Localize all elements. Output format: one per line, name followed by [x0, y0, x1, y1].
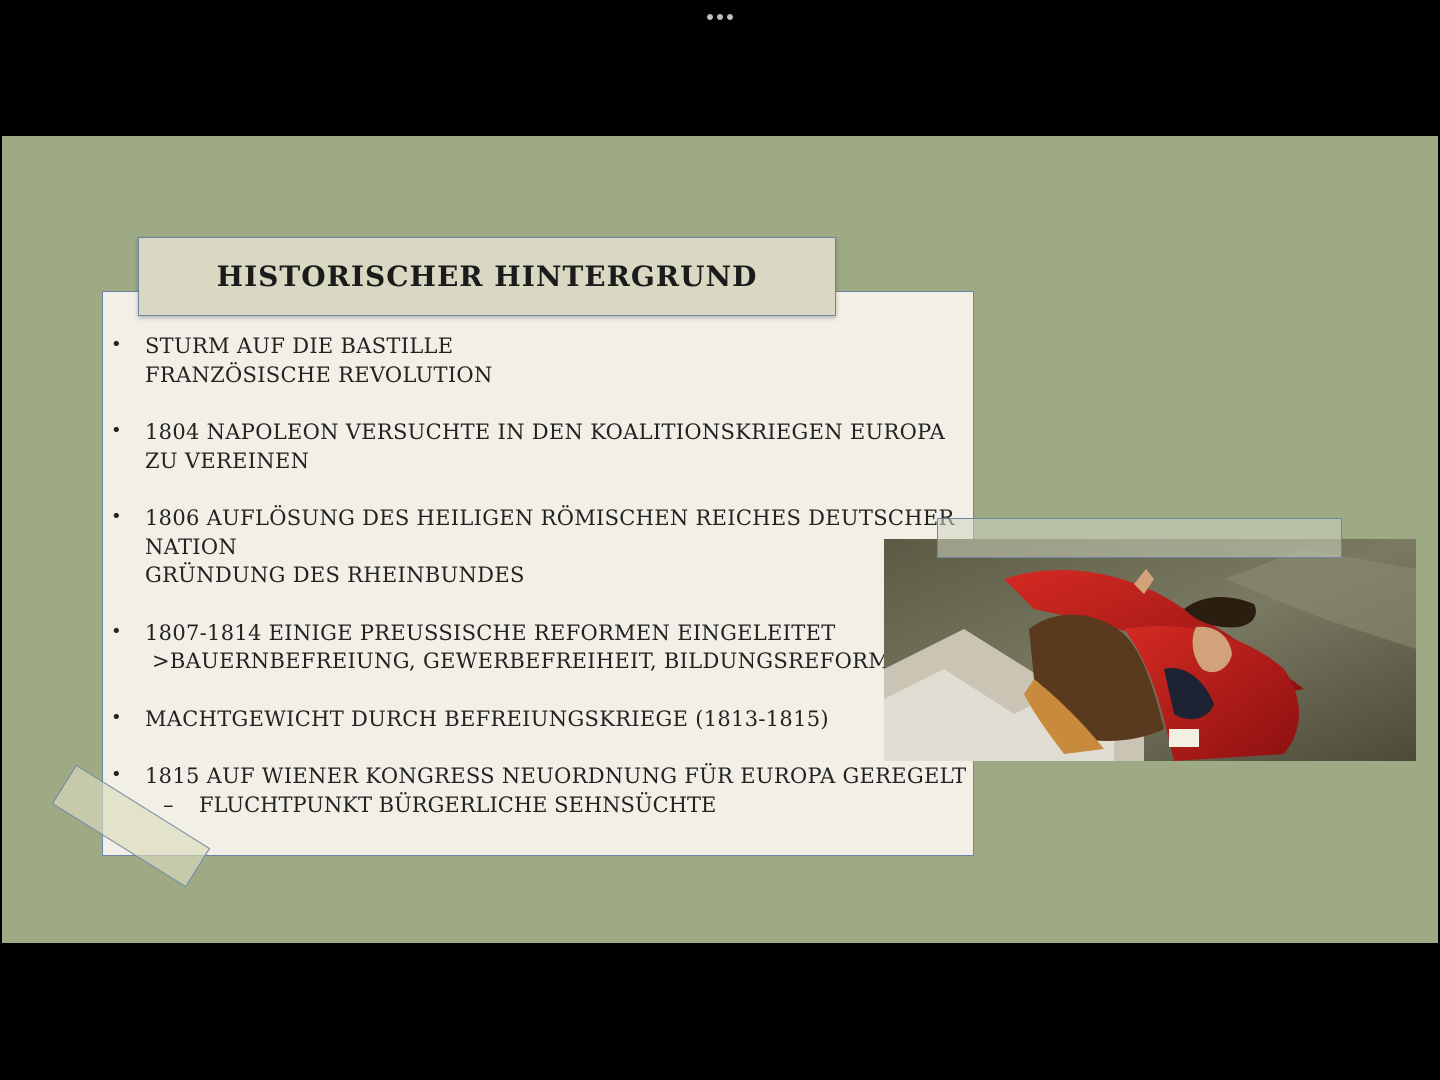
list-item: • Machtgewicht durch Befreiungskriege (1… [108, 705, 968, 734]
bullet-text: 1815 auf Wiener Kongress Neuordnung für … [145, 764, 967, 788]
bullet-text: Gründung des Rheinbundes [145, 563, 525, 587]
list-item: • 1815 auf Wiener Kongress Neuordnung fü… [108, 762, 968, 819]
bullet-text: zu vereinen [145, 448, 310, 473]
bullet-icon: • [111, 764, 122, 785]
bullet-icon: • [111, 334, 122, 355]
bottom-bar [0, 943, 1440, 1080]
bullet-text: Nation [145, 534, 238, 559]
sub-bullet: – Fluchtpunkt bürgerliche Sehnsüchte [145, 791, 968, 820]
dash-icon: – [163, 792, 174, 817]
bullet-icon: • [111, 706, 122, 728]
bullet-text: 1804 Napoleon versuchte in den Koalition… [145, 420, 946, 444]
title-box: HISTORISCHER HINTERGRUND [138, 237, 836, 316]
list-item: • Sturm auf die Bastille Französische Re… [108, 332, 968, 389]
bullet-text: >Bauernbefreiung, Gewerbefreiheit, Bildu… [145, 649, 891, 673]
list-item: • 1806 Auflösung des Heiligen Römischen … [108, 504, 968, 590]
bullet-list: • Sturm auf die Bastille Französische Re… [108, 332, 968, 848]
bullet-text: Sturm auf die Bastille [145, 334, 454, 358]
napoleon-painting [884, 539, 1416, 761]
bullet-text: Französische Revolution [145, 362, 493, 387]
bullet-icon: • [111, 620, 122, 642]
sub-bullet-text: Fluchtpunkt bürgerliche Sehnsüchte [199, 792, 717, 817]
bullet-icon: • [111, 420, 122, 441]
top-bar [0, 0, 1440, 136]
list-item: • 1807-1814 einige preussische Reformen … [108, 619, 968, 676]
bullet-icon: • [111, 506, 122, 527]
slide-title: HISTORISCHER HINTERGRUND [216, 260, 758, 293]
more-dots-icon[interactable] [700, 8, 740, 26]
tape-decoration-right [937, 518, 1342, 558]
bullet-text: 1807-1814 einige preussische Reformen ei… [145, 620, 836, 645]
list-item: • 1804 Napoleon versuchte in den Koaliti… [108, 418, 968, 475]
bullet-text: Machtgewicht durch Befreiungskriege (181… [145, 706, 829, 731]
bullet-text: 1806 Auflösung des Heiligen Römischen Re… [145, 506, 955, 530]
